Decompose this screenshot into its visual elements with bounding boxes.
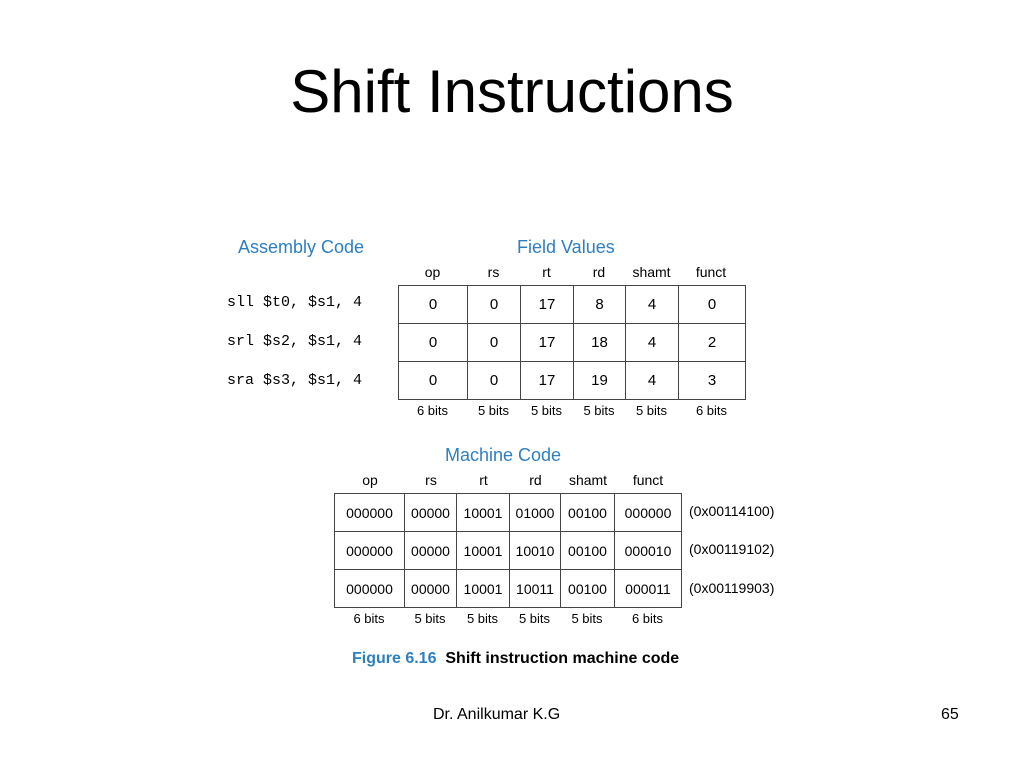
table-cell: 0: [398, 361, 468, 400]
figure-caption: Figure 6.16 Shift instruction machine co…: [352, 650, 679, 668]
table-cell: 3: [678, 361, 746, 400]
table-cell: 00100: [560, 531, 615, 570]
bit-width-label: 5 bits: [466, 611, 499, 626]
col-header-op: op: [362, 472, 378, 488]
table-cell: 10001: [456, 493, 510, 532]
field-values-table: 0 0 17 8 4 0 0 0 17 18 4 2 0 0 17 19 4 3: [398, 285, 746, 400]
bit-width-label: 6 bits: [416, 403, 449, 418]
table-cell: 00100: [560, 569, 615, 608]
table-cell: 4: [625, 323, 679, 362]
table-cell: 10010: [509, 531, 561, 570]
assembly-line: sra $s3, $s1, 4: [227, 372, 363, 389]
hex-value: (0x00119903): [689, 580, 775, 596]
table-cell: 17: [520, 285, 574, 324]
col-header-rs: rs: [487, 264, 500, 280]
table-cell: 17: [520, 323, 574, 362]
table-cell: 0: [467, 285, 521, 324]
col-header-funct: funct: [632, 472, 664, 488]
col-header-rd: rd: [529, 472, 542, 488]
bit-width-label: 6 bits: [353, 611, 385, 626]
bit-width-label: 5 bits: [518, 611, 551, 626]
bit-width-label: 5 bits: [530, 403, 563, 418]
col-header-funct: funct: [695, 264, 727, 280]
table-cell: 000000: [334, 493, 405, 532]
table-cell: 00000: [404, 569, 457, 608]
table-cell: 0: [467, 323, 521, 362]
assembly-code-heading: Assembly Code: [238, 237, 365, 257]
bit-width-label: 5 bits: [583, 403, 615, 418]
table-cell: 10011: [509, 569, 561, 608]
table-row: 000000 00000 10001 10010 00100 000010: [334, 531, 682, 570]
bit-width-label: 5 bits: [477, 403, 510, 418]
hex-value: (0x00119102): [689, 541, 775, 557]
col-header-rt: rt: [542, 264, 551, 280]
table-cell: 2: [678, 323, 746, 362]
table-cell: 17: [520, 361, 574, 400]
table-row: 0 0 17 19 4 3: [398, 361, 746, 400]
hex-value: (0x00114100): [689, 503, 775, 519]
table-cell: 00000: [404, 493, 457, 532]
table-cell: 0: [398, 323, 468, 362]
table-cell: 000000: [334, 531, 405, 570]
bit-width-label: 5 bits: [635, 403, 668, 418]
table-cell: 4: [625, 361, 679, 400]
footer-author: Dr. Anilkumar K.G: [433, 706, 561, 723]
table-cell: 00100: [560, 493, 615, 532]
table-cell: 4: [625, 285, 679, 324]
col-header-rs: rs: [425, 472, 437, 488]
table-cell: 10001: [456, 531, 510, 570]
col-header-shamt: shamt: [568, 472, 608, 488]
machine-code-heading: Machine Code: [445, 445, 562, 465]
table-cell: 10001: [456, 569, 510, 608]
machine-code-table: 000000 00000 10001 01000 00100 000000 00…: [334, 493, 682, 608]
col-header-rd: rd: [592, 264, 606, 280]
table-cell: 8: [573, 285, 626, 324]
col-header-op: op: [424, 264, 441, 280]
table-row: 0 0 17 18 4 2: [398, 323, 746, 362]
table-row: 000000 00000 10001 10011 00100 000011: [334, 569, 682, 608]
table-cell: 0: [398, 285, 468, 324]
table-row: 000000 00000 10001 01000 00100 000000: [334, 493, 682, 532]
table-cell: 000000: [614, 493, 682, 532]
table-cell: 19: [573, 361, 626, 400]
assembly-line: sll $t0, $s1, 4: [227, 294, 363, 311]
bit-width-label: 6 bits: [631, 611, 664, 626]
table-cell: 0: [467, 361, 521, 400]
slide-title: Shift Instructions: [290, 58, 734, 125]
field-values-heading: Field Values: [517, 237, 615, 257]
table-cell: 000011: [614, 569, 682, 608]
table-cell: 0: [678, 285, 746, 324]
bit-width-label: 5 bits: [571, 611, 603, 626]
assembly-line: srl $s2, $s1, 4: [227, 333, 363, 350]
page-number: 65: [941, 706, 959, 723]
col-header-shamt: shamt: [632, 264, 671, 280]
table-cell: 00000: [404, 531, 457, 570]
table-row: 0 0 17 8 4 0: [398, 285, 746, 324]
table-cell: 000000: [334, 569, 405, 608]
table-cell: 01000: [509, 493, 561, 532]
figure-caption-text: Shift instruction machine code: [445, 650, 680, 667]
figure-caption-number: Figure 6.16: [352, 650, 437, 667]
col-header-rt: rt: [479, 472, 488, 488]
bit-width-label: 5 bits: [414, 611, 446, 626]
table-cell: 18: [573, 323, 626, 362]
bit-width-label: 6 bits: [695, 403, 728, 418]
table-cell: 000010: [614, 531, 682, 570]
